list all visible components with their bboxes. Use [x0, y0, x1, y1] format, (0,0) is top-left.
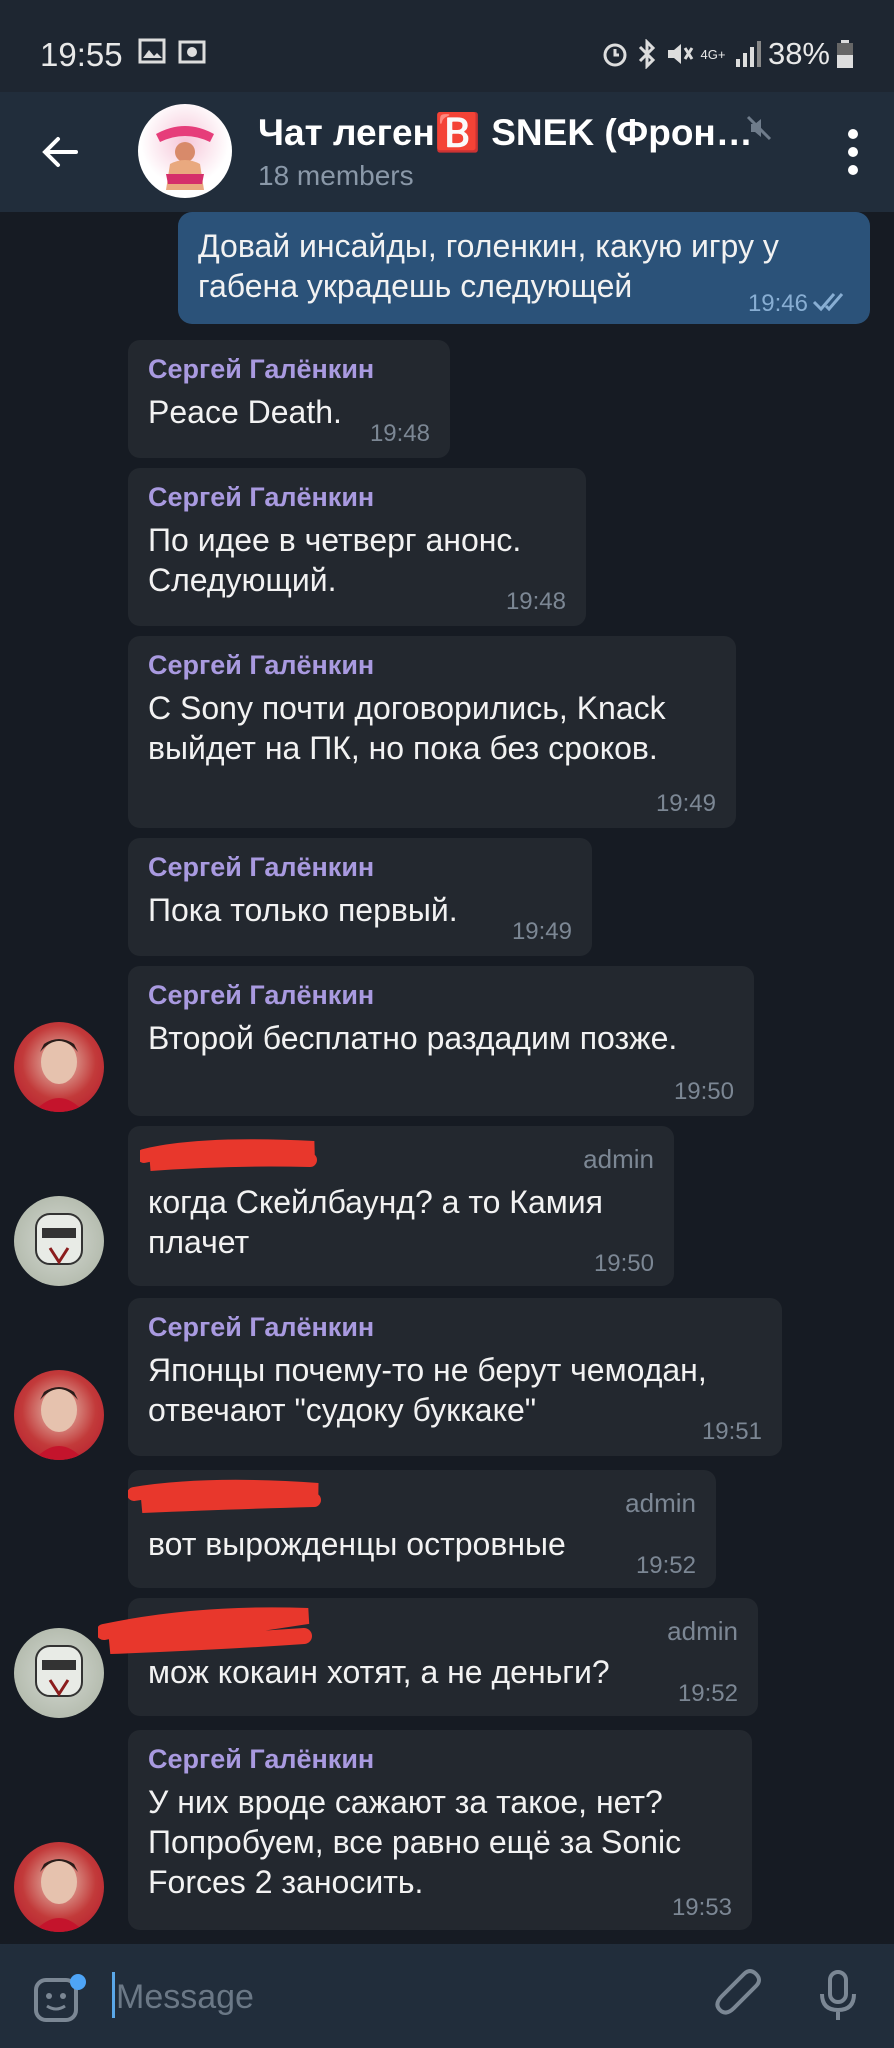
attach-icon[interactable] — [712, 1968, 766, 2024]
incoming-message[interactable]: Сергей Галёнкин У них вроде сажают за та… — [128, 1730, 752, 1930]
message-text: Японцы почему-то не берут чемодан, отвеч… — [148, 1352, 707, 1428]
back-arrow-icon[interactable] — [38, 130, 82, 174]
anaconda-logo-icon — [156, 126, 214, 190]
incoming-message[interactable]: Сергей Галёнкин Пока только первый. 19:4… — [128, 838, 592, 956]
status-time: 19:55 — [40, 36, 123, 73]
battery-icon — [837, 40, 853, 68]
message-time: 19:48 — [369, 420, 430, 447]
message-text: С Sony почти договорились, Knack выйдет … — [148, 690, 666, 766]
message-text: Довай инсайды, голенкин, какую игру у га… — [198, 228, 779, 304]
message-text: По идее в четверг анонс. Следующий. — [148, 522, 522, 598]
muted-icon — [746, 115, 772, 141]
message-time: 19:49 — [511, 918, 572, 945]
message-text: Второй бесплатно раздадим позже. — [148, 1020, 678, 1056]
outgoing-message[interactable]: Довай инсайды, голенкин, какую игру у га… — [178, 212, 870, 324]
sender-avatar[interactable] — [14, 1022, 104, 1112]
sender-avatar[interactable] — [14, 1628, 104, 1718]
redacted-sender-name — [140, 1139, 317, 1171]
admin-badge: admin — [583, 1144, 654, 1174]
gallery-icon — [138, 38, 166, 64]
incoming-message[interactable]: Сергей Галёнкин Японцы почему-то не беру… — [128, 1298, 782, 1456]
admin-badge: admin — [625, 1488, 696, 1518]
message-text: Peace Death. — [148, 394, 342, 430]
microphone-icon[interactable] — [818, 1968, 858, 2024]
text-cursor — [112, 1972, 115, 2018]
photo-notification-icon — [178, 40, 206, 64]
robot-avatar-icon — [35, 1645, 83, 1697]
admin-badge: admin — [667, 1616, 738, 1646]
double-check-icon — [812, 293, 844, 312]
person-avatar-icon — [34, 1387, 84, 1460]
message-text: вот вырожденцы островные — [148, 1526, 566, 1562]
message-time: 19:49 — [655, 790, 716, 817]
message-text: Пока только первый. — [148, 892, 458, 928]
message-time: 19:51 — [701, 1418, 762, 1445]
sender-name[interactable]: Сергей Галёнкин — [148, 354, 374, 385]
message-text: когда Скейлбаунд? а то Камия плачет — [148, 1184, 603, 1260]
signal-icon — [735, 41, 761, 67]
message-text: У них вроде сажают за такое, нет? Попроб… — [148, 1784, 682, 1900]
message-list[interactable]: Довай инсайды, голенкин, какую игру у га… — [0, 212, 894, 1944]
sender-name[interactable]: Сергей Галёнкин — [148, 980, 374, 1011]
message-time: 19:53 — [671, 1894, 732, 1921]
incoming-message[interactable]: Сергей Галёнкин Peace Death. 19:48 — [128, 340, 450, 458]
bluetooth-icon — [638, 39, 656, 69]
sender-name[interactable]: Сергей Галёнкин — [148, 1744, 374, 1775]
sender-avatar[interactable] — [14, 1842, 104, 1932]
redacted-sender-name — [128, 1479, 321, 1513]
message-time: 19:50 — [593, 1250, 654, 1277]
sender-name[interactable]: Сергей Галёнкин — [148, 650, 374, 681]
message-time: 19:50 — [673, 1078, 734, 1105]
message-time: 19:46 — [747, 290, 808, 317]
person-avatar-icon — [34, 1859, 84, 1932]
robot-avatar-icon — [35, 1213, 83, 1265]
incoming-message[interactable]: admin мож кокаин хотят, а не деньги? 19:… — [98, 1598, 758, 1716]
sticker-emoji-icon[interactable] — [32, 1972, 86, 2026]
incoming-message[interactable]: Сергей Галёнкин С Sony почти договорилис… — [128, 636, 736, 828]
message-composer: Message — [0, 1944, 894, 2048]
alarm-icon — [603, 43, 627, 67]
sender-name[interactable]: Сергей Галёнкин — [148, 852, 374, 883]
incoming-message[interactable]: admin вот вырожденцы островные 19:52 — [128, 1470, 716, 1588]
sender-avatar[interactable] — [14, 1370, 104, 1460]
message-text: мож кокаин хотят, а не деньги? — [148, 1654, 610, 1690]
battery-percent: 38% — [767, 36, 830, 71]
incoming-message[interactable]: admin когда Скейлбаунд? а то Камия плаче… — [128, 1126, 674, 1286]
status-indicators: 4G+ 38% — [600, 36, 854, 72]
mute-status-icon — [667, 44, 694, 64]
chat-header: Чат леген🅱️ SNEK (Фрон… 18 members — [0, 92, 894, 212]
status-bar: 19:55 4G+ 38% — [0, 0, 894, 92]
member-count: 18 members — [258, 160, 414, 191]
sender-name[interactable]: Сергей Галёнкин — [148, 1312, 374, 1343]
sender-avatar[interactable] — [14, 1196, 104, 1286]
message-input[interactable]: Message — [116, 1978, 254, 2017]
person-avatar-icon — [34, 1039, 84, 1112]
incoming-message[interactable]: Сергей Галёнкин Второй бесплатно раздади… — [128, 966, 754, 1116]
incoming-message[interactable]: Сергей Галёнкин По идее в четверг анонс.… — [128, 468, 586, 626]
network-type: 4G+ — [700, 46, 726, 62]
chat-avatar[interactable] — [138, 104, 232, 198]
chat-title[interactable]: Чат леген🅱️ SNEK (Фрон… — [258, 112, 753, 155]
sender-name[interactable]: Сергей Галёнкин — [148, 482, 374, 513]
message-time: 19:52 — [677, 1680, 738, 1707]
message-time: 19:48 — [505, 588, 566, 615]
more-options-icon[interactable] — [846, 128, 860, 176]
message-time: 19:52 — [635, 1552, 696, 1579]
